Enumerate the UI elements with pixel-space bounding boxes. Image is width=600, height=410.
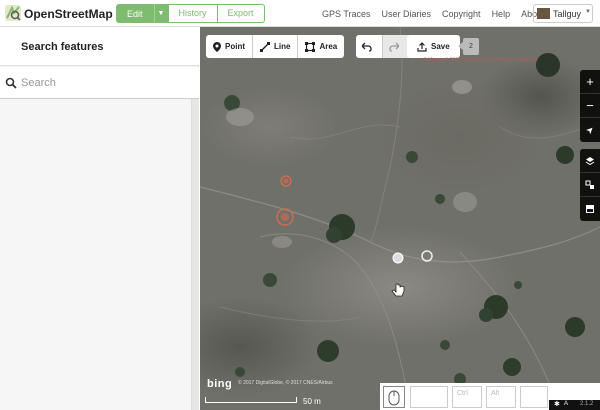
zoom-in-button[interactable]: + <box>580 70 600 94</box>
export-button[interactable]: Export <box>217 4 265 23</box>
layers-button[interactable] <box>580 149 600 173</box>
osm-logo-icon[interactable] <box>4 4 22 22</box>
sidebar-header: Search features <box>0 27 199 66</box>
sidebar: Search features <box>0 27 199 410</box>
sidebar-scrollbar[interactable] <box>191 99 199 410</box>
blank-key <box>520 386 548 408</box>
map-panel-controls <box>580 149 600 221</box>
area-icon <box>305 41 316 52</box>
map-data-icon <box>585 180 594 189</box>
upload-icon <box>417 41 427 52</box>
draw-toolbar: Point Line Area <box>206 35 345 58</box>
bug-icon[interactable]: ✱ <box>554 400 560 408</box>
edit-dropdown-icon[interactable]: ▼ <box>153 4 168 23</box>
feature-search-box <box>0 67 199 99</box>
save-group: Save <box>407 35 460 58</box>
history-button[interactable]: History <box>167 4 218 23</box>
add-point-button[interactable]: Point <box>206 35 252 58</box>
add-area-button[interactable]: Area <box>297 35 344 58</box>
line-icon <box>260 41 270 52</box>
top-header: OpenStreetMap Edit ▼ History Export GPS … <box>0 0 600 27</box>
nav-links: GPS Traces User Diaries Copyright Help A… <box>311 9 545 19</box>
imagery-attribution: © 2017 DigitalGlobe, © 2017 CNES/Airbus <box>238 380 333 386</box>
undo-button[interactable] <box>356 35 382 58</box>
bing-logo[interactable]: bing <box>207 378 232 390</box>
edit-count-badge: 2 <box>458 38 479 55</box>
zoom-controls: + − ➤ <box>580 70 600 142</box>
zoom-out-button[interactable]: − <box>580 94 600 118</box>
imagery-attribution-top[interactable]: © Microsoft 2017 Bing Maps | Contribute … <box>423 57 538 63</box>
add-line-button[interactable]: Line <box>252 35 297 58</box>
satellite-imagery <box>200 27 600 410</box>
issues-icon <box>586 205 594 213</box>
map-data-button[interactable] <box>580 173 600 197</box>
nav-copyright[interactable]: Copyright <box>442 9 481 19</box>
layers-icon <box>585 156 595 165</box>
language-label[interactable]: A <box>564 401 568 407</box>
redo-icon <box>389 42 399 52</box>
version-label[interactable]: 2.1.2 <box>580 401 593 407</box>
search-icon <box>5 77 17 89</box>
scale-bar[interactable] <box>205 397 297 403</box>
nav-help[interactable]: Help <box>492 9 511 19</box>
shift-key <box>410 386 448 408</box>
avatar <box>537 8 550 19</box>
line-label: Line <box>274 42 291 51</box>
alt-key: Alt <box>486 386 516 408</box>
undo-redo-group <box>356 35 409 58</box>
sidebar-title: Search features <box>21 41 104 53</box>
ctrl-key: Ctrl <box>452 386 482 408</box>
scale-label: 50 m <box>303 397 321 406</box>
edit-tab-group: Edit ▼ History Export <box>116 4 265 23</box>
issues-button[interactable] <box>580 197 600 221</box>
user-menu[interactable]: Tallguy ▼ <box>533 4 593 23</box>
chevron-down-icon: ▼ <box>585 9 591 15</box>
save-label: Save <box>431 42 450 51</box>
undo-icon <box>362 42 372 52</box>
search-input[interactable] <box>21 73 191 93</box>
point-label: Point <box>225 42 245 51</box>
area-label: Area <box>319 42 338 51</box>
save-button[interactable]: Save <box>407 35 460 58</box>
point-icon <box>213 41 221 52</box>
mouse-icon <box>383 386 405 408</box>
redo-button[interactable] <box>382 35 409 58</box>
username: Tallguy <box>553 9 582 19</box>
edit-button[interactable]: Edit <box>116 4 154 23</box>
nav-user-diaries[interactable]: User Diaries <box>382 9 432 19</box>
map-canvas[interactable]: Point Line Area Save 2 © Microsoft 2017 … <box>200 27 600 410</box>
nav-gps-traces[interactable]: GPS Traces <box>322 9 371 19</box>
brand-name[interactable]: OpenStreetMap <box>24 7 113 21</box>
